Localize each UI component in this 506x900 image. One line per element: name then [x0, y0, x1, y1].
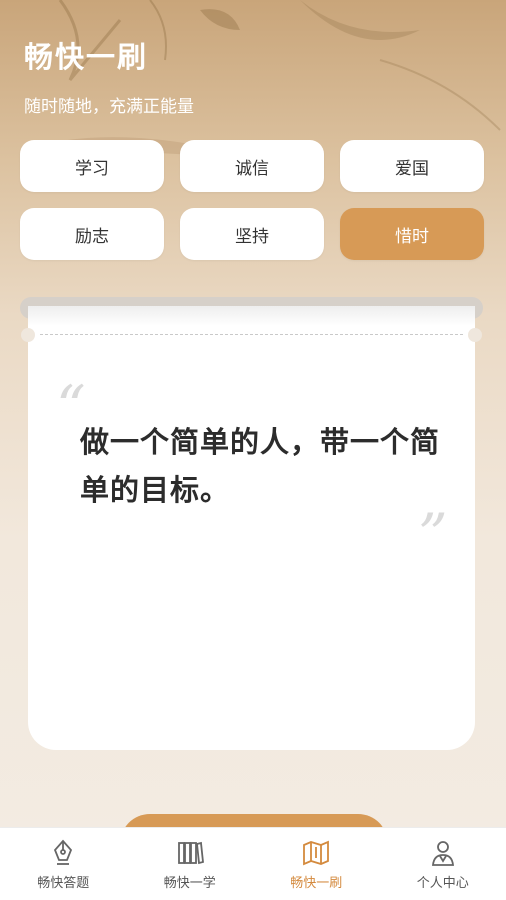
- category-tags: 学习 诚信 爱国 励志 坚持 惜时: [20, 140, 484, 260]
- tab-profile[interactable]: 个人中心: [380, 828, 506, 900]
- books-icon: [177, 841, 204, 864]
- tag-honesty[interactable]: 诚信: [180, 140, 324, 192]
- dashed-divider: [40, 334, 463, 335]
- tab-study[interactable]: 畅快一学: [127, 828, 254, 900]
- tab-brush[interactable]: 畅快一刷: [253, 828, 380, 900]
- map-icon: [303, 840, 330, 865]
- pen-nib-icon: [54, 839, 73, 865]
- tag-persistence[interactable]: 坚持: [180, 208, 324, 260]
- quote-card: “ 做一个简单的人，带一个简单的目标。 ”: [21, 306, 482, 750]
- quote-text: 做一个简单的人，带一个简单的目标。: [80, 425, 441, 507]
- tag-patriotism[interactable]: 爱国: [340, 140, 484, 192]
- person-icon: [431, 840, 454, 866]
- page-title: 畅快一刷: [24, 40, 149, 74]
- bottom-tab-bar: 畅快答题 畅快一学 畅快一刷 个人中心: [0, 827, 506, 900]
- tab-brush-label: 畅快一刷: [290, 875, 343, 891]
- tab-answer[interactable]: 畅快答题: [0, 828, 127, 900]
- close-quote-mark: ”: [418, 501, 448, 569]
- tab-profile-label: 个人中心: [416, 875, 469, 891]
- tag-time[interactable]: 惜时: [340, 208, 484, 260]
- page-subtitle: 随时随地，充满正能量: [24, 97, 194, 117]
- card-notch-right: [468, 328, 482, 342]
- tag-study[interactable]: 学习: [20, 140, 164, 192]
- tab-answer-label: 畅快答题: [37, 875, 90, 891]
- tag-inspiration[interactable]: 励志: [20, 208, 164, 260]
- tab-study-label: 畅快一学: [163, 875, 216, 891]
- card-notch-left: [21, 328, 35, 342]
